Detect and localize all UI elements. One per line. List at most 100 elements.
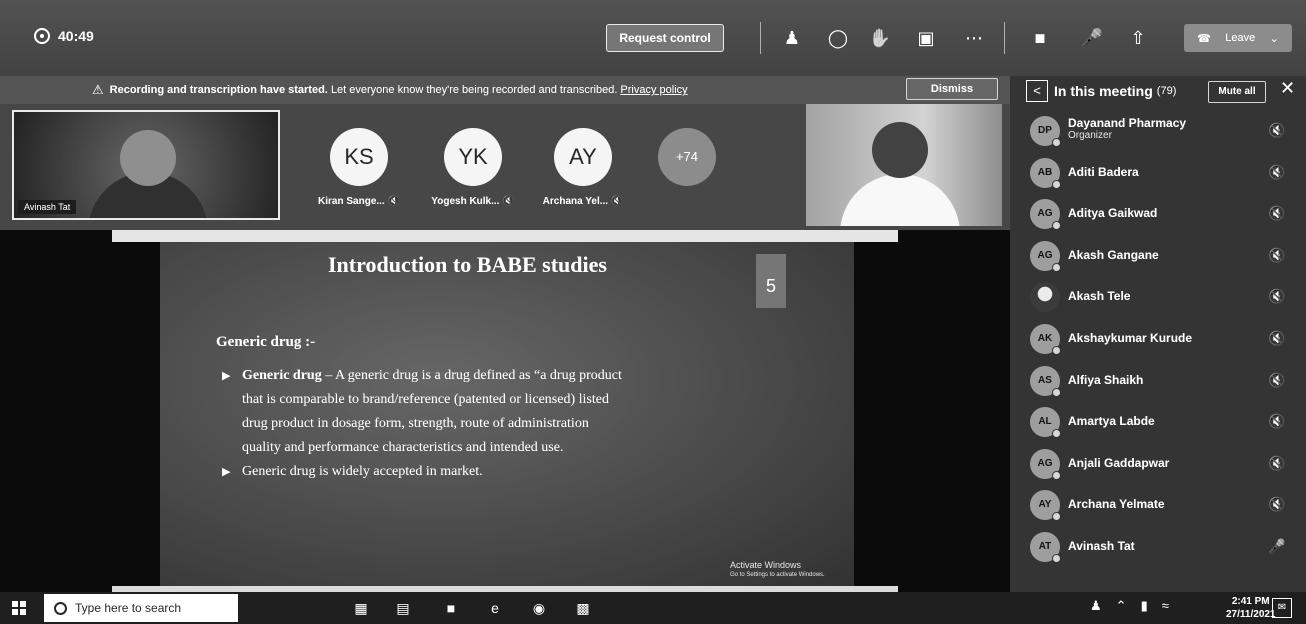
reactions-icon[interactable]: ✋ [868, 26, 892, 50]
chat-icon[interactable]: ◯ [826, 26, 850, 50]
meeting-timer: 40:49 [34, 28, 94, 44]
more-participants[interactable]: +74 [642, 128, 732, 186]
panel-count: (79) [1156, 85, 1177, 97]
person-body [840, 174, 960, 226]
task-view-icon[interactable]: ▦ [350, 597, 372, 619]
windows-taskbar: Type here to search ▦ ▤ ■ e ◉ ▩ ♟ ⌃ ▮ ≈ … [0, 592, 1306, 624]
video-tile-speaker[interactable] [806, 104, 1002, 226]
participant-name: Akash Gangane [1068, 247, 1159, 262]
list-item[interactable]: AG Anjali Gaddapwar 🔇 [1010, 443, 1306, 485]
chevron-up-icon[interactable]: ⌃ [1116, 598, 1127, 614]
toolbar-divider [1004, 22, 1005, 54]
powerpoint-titlebar [112, 230, 898, 242]
list-item[interactable]: AS Alfiya Shaikh 🔇 [1010, 360, 1306, 402]
avatar-label: Archana Yel... 🔇 [542, 196, 624, 207]
list-item[interactable]: AL Amartya Labde 🔇 [1010, 401, 1306, 443]
status-dot [1052, 387, 1061, 397]
notification-icon[interactable]: ✉ [1272, 598, 1292, 618]
people-icon[interactable]: ♟ [1090, 598, 1102, 614]
search-icon [54, 601, 67, 615]
notice-bold-text: Recording and transcription have started… [109, 84, 328, 96]
participant-strip: Avinash Tat KS Kiran Sange... 🔇 YK Yoges… [0, 104, 1010, 230]
dismiss-button[interactable]: Dismiss [906, 78, 998, 100]
avatar: AY [554, 128, 612, 186]
privacy-policy-link[interactable]: Privacy policy [620, 84, 687, 96]
bullet-cont: quality and performance characteristics … [242, 440, 564, 455]
avatar-label: Yogesh Kulk... 🔇 [431, 196, 515, 207]
participant-name: Aditya Gaikwad [1068, 206, 1158, 221]
shared-screen: Introduction to BABE studies 5 Generic d… [0, 230, 1010, 592]
list-item[interactable]: DP Dayanand Pharmacy Organizer 🔇 [1010, 110, 1306, 152]
mic-muted-icon: 🔇 [1268, 496, 1286, 513]
watermark-line: Activate Windows [730, 560, 802, 570]
bi-app-icon[interactable]: ▤ [392, 597, 414, 619]
slide-title: Introduction to BABE studies [328, 252, 607, 277]
windows-icon[interactable] [12, 601, 26, 615]
status-dot [1052, 512, 1061, 522]
file-explorer-icon[interactable]: ■ [440, 597, 462, 619]
person-head [120, 130, 176, 186]
chevron-down-icon[interactable]: ⌄ [1270, 32, 1279, 45]
participant-avatar[interactable]: YK Yogesh Kulk... 🔇 [428, 128, 518, 207]
wifi-icon[interactable]: ≈ [1162, 598, 1169, 614]
mute-all-button[interactable]: Mute all [1208, 81, 1266, 103]
teams-icon[interactable]: ▩ [572, 597, 594, 619]
mic-muted-icon: 🔇 [1268, 413, 1286, 430]
list-item[interactable]: AG Akash Gangane 🔇 [1010, 235, 1306, 277]
video-tile-avinash[interactable]: Avinash Tat [12, 110, 280, 220]
list-item[interactable]: AK Akshaykumar Kurude 🔇 [1010, 318, 1306, 360]
list-item[interactable]: AG Aditya Gaikwad 🔇 [1010, 193, 1306, 235]
panel-header: < In this meeting (79) Mute all ✕ [1010, 76, 1306, 106]
mic-muted-icon: 🔇 [1268, 205, 1286, 222]
watermark-line: Go to Settings to activate Windows. [730, 572, 825, 578]
people-icon[interactable]: ♟ [780, 26, 804, 50]
battery-icon[interactable]: ▮ [1141, 598, 1148, 614]
participant-avatar[interactable]: KS Kiran Sange... 🔇 [314, 128, 404, 207]
request-control-button[interactable]: Request control [606, 24, 724, 52]
clock-time: 2:41 PM [1231, 596, 1270, 607]
mic-muted-icon: 🔇 [1268, 288, 1286, 305]
meeting-toolbar: 40:49 Request control ♟ ◯ ✋ ▣ ⋯ ■ 🎤 ⇧ ☎ … [0, 0, 1306, 76]
bullet: Generic drug is widely accepted in marke… [222, 460, 742, 484]
shield-icon [34, 28, 50, 44]
camera-icon[interactable]: ■ [1028, 26, 1052, 50]
avatar: YK [444, 128, 502, 186]
list-item[interactable]: AB Aditi Badera 🔇 [1010, 152, 1306, 194]
close-icon[interactable]: ✕ [1280, 78, 1295, 99]
phone-icon: ☎ [1197, 32, 1211, 45]
back-icon[interactable]: < [1026, 80, 1048, 102]
list-item[interactable]: Akash Tele 🔇 [1010, 276, 1306, 318]
more-icon[interactable]: ⋯ [962, 26, 986, 50]
participant-avatar[interactable]: AY Archana Yel... 🔇 [538, 128, 628, 207]
mic-muted-icon: 🔇 [1268, 371, 1286, 388]
rooms-icon[interactable]: ▣ [914, 26, 938, 50]
taskbar-search[interactable]: Type here to search [44, 594, 238, 622]
status-dot [1052, 429, 1061, 439]
participant-name: Aditi Badera [1068, 164, 1139, 179]
search-placeholder: Type here to search [75, 601, 182, 615]
timer-text: 40:49 [58, 28, 94, 44]
list-item[interactable]: AT Avinash Tat 🎤 [1010, 526, 1306, 568]
edge-icon[interactable]: e [484, 597, 506, 619]
participant-name: Akshaykumar Kurude [1068, 330, 1193, 345]
share-icon[interactable]: ⇧ [1126, 26, 1150, 50]
participant-name: Archana Yelmate [1068, 497, 1165, 512]
mic-muted-icon: 🔇 [610, 196, 624, 207]
chrome-icon[interactable]: ◉ [528, 597, 550, 619]
participant-name: Amartya Labde [1068, 414, 1155, 429]
participant-list: DP Dayanand Pharmacy Organizer 🔇 AB Adit… [1010, 110, 1306, 568]
participant-name: Dayanand Pharmacy [1068, 116, 1187, 130]
mic-off-icon[interactable]: 🎤 [1080, 26, 1104, 50]
mic-muted-icon: 🔇 [1268, 329, 1286, 346]
status-dot [1052, 553, 1061, 563]
taskbar-clock[interactable]: 2:41 PM 27/11/2021 [1226, 595, 1276, 621]
mic-muted-icon: 🔇 [387, 196, 400, 207]
slide-body: Generic drug – A generic drug is a drug … [222, 364, 742, 484]
participant-name: Anjali Gaddapwar [1068, 455, 1170, 470]
more-count: +74 [658, 128, 716, 186]
leave-button[interactable]: ☎ Leave ⌄ [1184, 24, 1292, 52]
list-item[interactable]: AY Archana Yelmate 🔇 [1010, 484, 1306, 526]
mic-muted-icon: 🔇 [1268, 246, 1286, 263]
notice-text: Let everyone know they're being recorded… [330, 84, 618, 96]
bullet-cont: that is comparable to brand/reference (p… [242, 392, 609, 407]
